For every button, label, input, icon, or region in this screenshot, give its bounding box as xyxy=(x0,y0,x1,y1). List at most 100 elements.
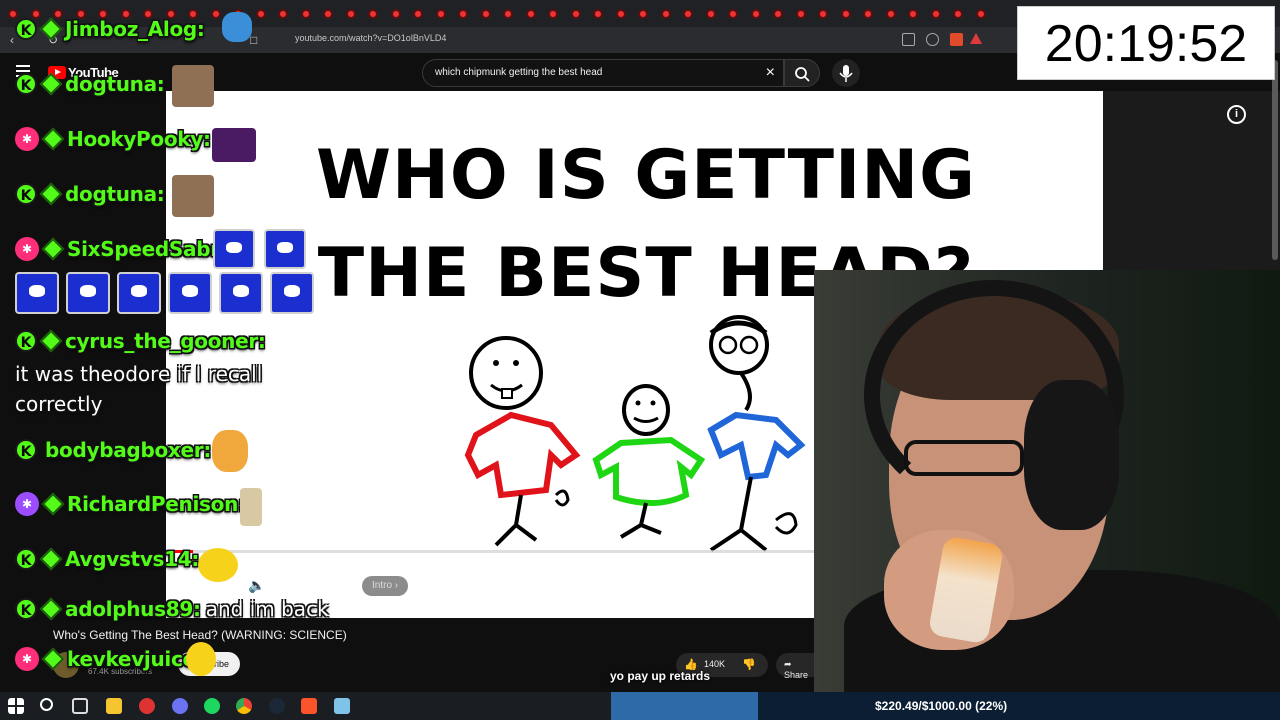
obs-icon[interactable] xyxy=(139,698,155,714)
browser-tab[interactable] xyxy=(795,9,806,19)
thumbs-down-icon[interactable]: 👎 xyxy=(742,658,756,671)
kick-badge-icon: K xyxy=(15,548,37,570)
browser-tab[interactable] xyxy=(885,9,896,19)
headphone-earcup xyxy=(1024,380,1119,530)
blob-emote-icon xyxy=(270,272,314,314)
duck-emote-icon xyxy=(186,642,216,676)
chat-message: Kdogtuna: xyxy=(15,72,165,96)
brave-shield-icon[interactable] xyxy=(950,33,963,46)
chat-username: kevkevjuice: xyxy=(67,647,204,671)
chat-username: bodybagboxer: xyxy=(45,438,212,462)
emote-icon xyxy=(222,12,252,42)
search-button[interactable] xyxy=(784,59,820,87)
chat-username: Avgvstvs14: xyxy=(65,547,200,571)
browser-tab[interactable] xyxy=(593,9,603,19)
share-icon[interactable] xyxy=(926,33,939,46)
chat-username: HookyPooky: xyxy=(67,127,211,151)
browser-tab[interactable] xyxy=(773,9,783,19)
browser-tab[interactable] xyxy=(728,9,738,19)
chat-message: K Jimboz_Alog: xyxy=(15,17,205,41)
star-badge-icon: ✱ xyxy=(15,127,39,151)
discord-icon[interactable] xyxy=(172,698,188,714)
chapter-chip[interactable]: Intro › xyxy=(362,576,409,596)
steam-icon[interactable] xyxy=(269,698,285,714)
browser-tab[interactable] xyxy=(458,9,468,19)
app-icon[interactable] xyxy=(334,698,350,714)
search-query: which chipmunk getting the best head xyxy=(435,67,603,78)
browser-tab[interactable] xyxy=(930,9,941,19)
browser-tab[interactable] xyxy=(345,9,356,19)
browser-tab[interactable] xyxy=(390,9,401,19)
frog-emote-icon xyxy=(212,128,256,162)
browser-tab[interactable] xyxy=(975,9,986,19)
kick-badge-icon: K xyxy=(15,330,37,352)
diamond-badge-icon xyxy=(39,329,63,353)
blob-emote-icon xyxy=(168,272,212,314)
browser-tab[interactable] xyxy=(525,9,536,19)
chat-message: ✱ kevkevjuice: xyxy=(15,647,204,671)
brave-rewards-icon[interactable] xyxy=(970,33,982,44)
screen: ‹ ↻ □ youtube.com/watch?v=DO1olBnVLD4 Yo… xyxy=(0,0,1280,720)
like-count[interactable]: 140K xyxy=(704,659,725,669)
hamster-emote-icon xyxy=(240,488,262,526)
browser-tab[interactable] xyxy=(953,9,963,19)
browser-tab[interactable] xyxy=(908,9,918,19)
search-icon xyxy=(795,67,810,82)
clear-search-icon[interactable]: × xyxy=(766,64,775,82)
chrome-icon[interactable] xyxy=(236,698,252,714)
chat-username: adolphus89: xyxy=(65,597,201,621)
spotify-icon[interactable] xyxy=(204,698,220,714)
chat-username: Jimboz_Alog: xyxy=(65,17,205,41)
browser-tab[interactable] xyxy=(638,9,648,19)
chat-username: RichardPenison: xyxy=(67,492,246,516)
browser-tab[interactable] xyxy=(413,9,423,19)
browser-tab[interactable] xyxy=(615,9,626,19)
chat-overlay: K Jimboz_Alog: Kdogtuna: ✱ HookyPooky: Kdo… xyxy=(0,0,330,720)
browser-tab[interactable] xyxy=(570,9,581,19)
search-icon[interactable] xyxy=(40,698,53,711)
info-icon[interactable]: i xyxy=(1227,105,1246,124)
kick-badge-icon: K xyxy=(15,73,37,95)
chipmunk-drawing xyxy=(464,315,806,552)
browser-tab[interactable] xyxy=(705,9,716,19)
task-view-icon[interactable] xyxy=(72,698,88,714)
browser-tab[interactable] xyxy=(863,9,873,19)
donation-goal-fill xyxy=(611,692,759,720)
cast-icon[interactable] xyxy=(902,33,915,46)
taskbar: $220.49/$1000.00 (22%) xyxy=(0,692,1280,720)
browser-tab[interactable] xyxy=(480,9,491,19)
scrollbar[interactable] xyxy=(1272,60,1278,260)
blob-emote-icon xyxy=(264,229,306,269)
chat-message: Kcyrus_the_gooner: xyxy=(15,329,266,353)
star-badge-icon: ✱ xyxy=(15,237,39,261)
share-button[interactable]: ➦ Share xyxy=(776,653,816,680)
chat-text: and im back xyxy=(205,597,329,621)
browser-tab[interactable] xyxy=(503,9,513,19)
donation-goal-text: $220.49/$1000.00 (22%) xyxy=(875,699,1008,713)
browser-tab[interactable] xyxy=(840,9,851,19)
glasses xyxy=(904,440,1024,476)
blob-emote-icon xyxy=(213,229,255,269)
browser-tab[interactable] xyxy=(683,9,693,19)
start-icon[interactable] xyxy=(8,698,24,714)
browser-tab[interactable] xyxy=(368,9,378,19)
search-input[interactable]: which chipmunk getting the best head × xyxy=(422,59,784,87)
browser-tab[interactable] xyxy=(660,9,671,19)
chat-message: K Avgvstvs14: xyxy=(15,547,199,571)
diamond-badge-icon xyxy=(41,647,65,671)
blob-emote-icon xyxy=(219,272,263,314)
browser-tab[interactable] xyxy=(750,9,761,19)
cat-emote-icon xyxy=(172,175,214,217)
kick-badge-icon: K xyxy=(15,598,37,620)
file-explorer-icon[interactable] xyxy=(106,698,122,714)
clock: 20:19:52 xyxy=(1017,6,1275,80)
blob-emote-icon xyxy=(117,272,161,314)
kick-badge-icon: K xyxy=(15,183,37,205)
browser-tab[interactable] xyxy=(548,9,558,19)
star-badge-icon: ✱ xyxy=(15,647,39,671)
blob-emote-icon xyxy=(66,272,110,314)
voice-search-button[interactable] xyxy=(832,59,860,87)
browser-tab[interactable] xyxy=(818,9,828,19)
brave-icon[interactable] xyxy=(301,698,317,714)
browser-tab[interactable] xyxy=(435,9,446,19)
